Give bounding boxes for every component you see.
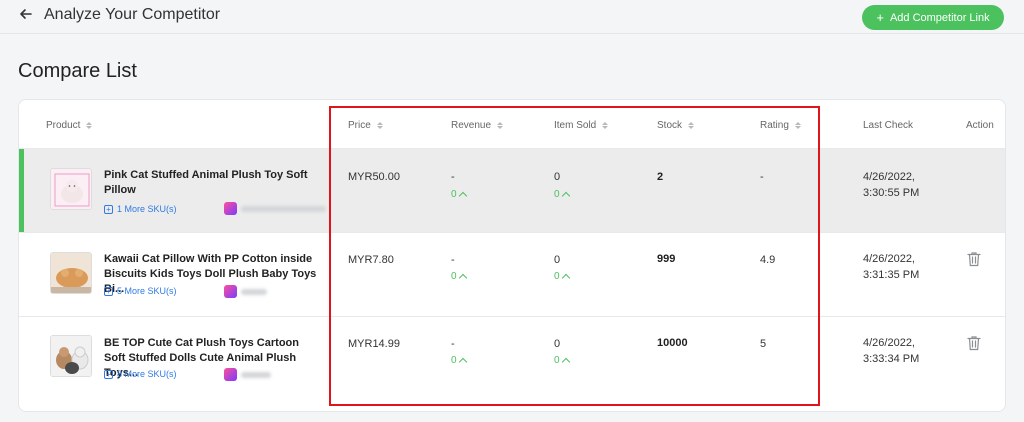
add-competitor-link-button[interactable]: + Add Competitor Link — [862, 5, 1004, 30]
last-check-time: 3:33:34 PM — [863, 353, 920, 365]
expand-box-icon: + — [104, 369, 113, 379]
last-check-time: 3:31:35 PM — [863, 269, 920, 281]
trend-up-icon — [561, 273, 570, 283]
product-thumbnail[interactable] — [50, 335, 92, 377]
shop-info — [224, 368, 271, 381]
column-header-stock[interactable]: Stock — [657, 120, 695, 131]
expand-box-icon: + — [104, 204, 113, 214]
sort-icon[interactable] — [497, 122, 504, 129]
revenue-value: - — [451, 254, 455, 266]
table-row[interactable]: Kawaii Cat Pillow With PP Cotton inside … — [19, 232, 1005, 316]
shop-logo-icon — [224, 202, 237, 215]
sort-icon[interactable] — [602, 122, 609, 129]
column-header-item-sold[interactable]: Item Sold — [554, 120, 609, 131]
table-row[interactable]: Pink Cat Stuffed Animal Plush Toy Soft P… — [19, 148, 1005, 232]
trend-up-icon — [458, 273, 467, 283]
compare-table: Product Price Revenue Item Sold Stock Ra… — [18, 99, 1006, 412]
product-thumbnail[interactable] — [50, 252, 92, 294]
stock-value: 999 — [657, 253, 676, 265]
blurred-shop-name — [241, 205, 326, 212]
rating-value: 5 — [760, 338, 767, 350]
item-sold-value: 0 — [554, 338, 561, 350]
item-sold-value: 0 — [554, 171, 561, 183]
stock-value: 2 — [657, 171, 664, 183]
last-check-date: 4/26/2022, — [863, 253, 915, 265]
item-sold-delta: 0 — [554, 355, 570, 367]
table-row[interactable]: BE TOP Cute Cat Plush Toys Cartoon Soft … — [19, 316, 1005, 411]
trend-up-icon — [458, 357, 467, 367]
revenue-delta: 0 — [451, 189, 467, 201]
column-header-revenue[interactable]: Revenue — [451, 120, 504, 131]
more-sku-link[interactable]: + 5 More SKU(s) — [104, 286, 177, 296]
item-sold-delta: 0 — [554, 271, 570, 283]
product-thumbnail[interactable] — [50, 168, 92, 210]
revenue-delta: 0 — [451, 355, 467, 367]
shop-logo-icon — [224, 285, 237, 298]
rating-value: - — [760, 171, 764, 183]
plus-icon: + — [876, 10, 884, 25]
price-value: MYR50.00 — [348, 171, 400, 183]
arrow-left-icon[interactable] — [18, 6, 34, 22]
sort-icon[interactable] — [688, 122, 695, 129]
page-title: Compare List — [18, 60, 137, 82]
trash-icon[interactable] — [967, 251, 981, 267]
expand-box-icon: + — [104, 286, 113, 296]
more-sku-link[interactable]: + 8 More SKU(s) — [104, 369, 177, 379]
column-header-product[interactable]: Product — [46, 120, 93, 131]
add-competitor-link-label: Add Competitor Link — [889, 11, 990, 24]
trash-icon[interactable] — [967, 335, 981, 351]
blurred-shop-name — [241, 371, 271, 378]
last-check-date: 4/26/2022, — [863, 337, 915, 349]
item-sold-delta: 0 — [554, 189, 570, 201]
revenue-value: - — [451, 171, 455, 183]
item-sold-value: 0 — [554, 254, 561, 266]
last-check-time: 3:30:55 PM — [863, 187, 920, 199]
price-value: MYR7.80 — [348, 254, 394, 266]
revenue-value: - — [451, 338, 455, 350]
shop-info — [224, 202, 326, 215]
column-header-action: Action — [966, 120, 994, 131]
trend-up-icon — [458, 191, 467, 201]
shop-info — [224, 285, 267, 298]
shop-logo-icon — [224, 368, 237, 381]
top-bar: Analyze Your Competitor + Add Competitor… — [0, 0, 1024, 34]
trend-up-icon — [561, 357, 570, 367]
rating-value: 4.9 — [760, 254, 776, 266]
trend-up-icon — [561, 191, 570, 201]
sort-icon[interactable] — [376, 122, 383, 129]
column-header-rating[interactable]: Rating — [760, 120, 801, 131]
blurred-shop-name — [241, 288, 267, 295]
product-name[interactable]: Pink Cat Stuffed Animal Plush Toy Soft P… — [104, 168, 319, 198]
price-value: MYR14.99 — [348, 338, 400, 350]
stock-value: 10000 — [657, 337, 688, 349]
sort-icon[interactable] — [794, 122, 801, 129]
last-check-date: 4/26/2022, — [863, 171, 915, 183]
sort-icon[interactable] — [86, 122, 93, 129]
revenue-delta: 0 — [451, 271, 467, 283]
column-header-price[interactable]: Price — [348, 120, 383, 131]
more-sku-link[interactable]: + 1 More SKU(s) — [104, 204, 177, 214]
column-header-last-check: Last Check — [863, 120, 914, 131]
header-title: Analyze Your Competitor — [44, 6, 221, 23]
